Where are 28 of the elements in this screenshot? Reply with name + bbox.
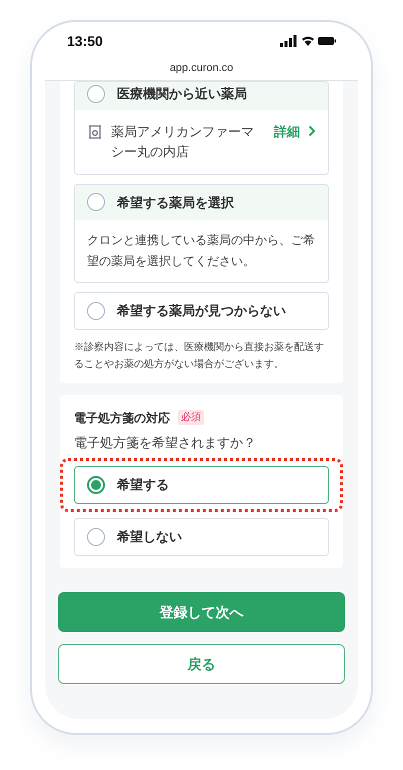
section-title: 電子処方箋の対応 xyxy=(74,410,170,426)
status-icons xyxy=(280,35,336,47)
radio-button[interactable] xyxy=(87,476,105,494)
radio-button[interactable] xyxy=(87,84,105,103)
status-time: 13:50 xyxy=(67,32,103,50)
radio-option[interactable]: 希望する xyxy=(74,466,329,504)
option-label: 希望する薬局が見つからない xyxy=(117,302,286,320)
url-text: app.curon.co xyxy=(170,60,234,76)
option-header[interactable]: 医療機関から近い薬局 xyxy=(75,82,328,110)
pharmacy-note: ※診察内容によっては、医療機関から直接お薬を配送することやお薬の処方がない場合がございます。 xyxy=(74,340,325,372)
option-header[interactable]: 希望する薬局を選択 xyxy=(75,184,328,220)
option-header[interactable]: 希望する薬局が見つからない xyxy=(75,293,328,328)
option-label: 希望する xyxy=(117,476,169,494)
pharmacy-option-card[interactable]: 医療機関から近い薬局 薬局アメリカンファーマシー丸の内店 詳細 xyxy=(74,81,329,174)
option-label: 希望する薬局を選択 xyxy=(117,194,234,212)
radio-button[interactable] xyxy=(87,528,105,546)
option-label: 医療機関から近い薬局 xyxy=(117,85,247,103)
question-text: 電子処方箋を希望されますか？ xyxy=(74,434,257,452)
radio-option[interactable]: 希望しない xyxy=(74,518,329,556)
option-label: 希望しない xyxy=(117,528,182,546)
radio-button[interactable] xyxy=(87,302,105,320)
pharmacy-name: 薬局アメリカンファーマシー丸の内店 xyxy=(111,122,255,160)
pharmacy-option-card[interactable]: 希望する薬局を選択 クロンと連携している薬局の中から、ご希望の薬局を選択してください。 xyxy=(74,184,329,283)
chevron-right-icon xyxy=(308,125,316,138)
required-badge: 必須 xyxy=(178,410,204,425)
radio-button[interactable] xyxy=(87,193,105,212)
option-description: クロンと連携している薬局の中から、ご希望の薬局を選択してください。 xyxy=(86,232,316,270)
store-icon xyxy=(87,124,103,140)
